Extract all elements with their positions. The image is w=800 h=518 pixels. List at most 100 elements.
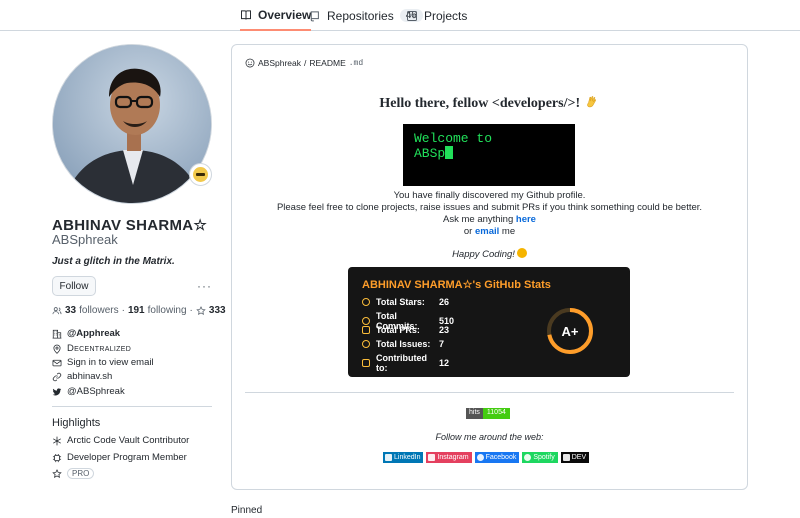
follow-stats: 33 followers · 191 following · 333 bbox=[52, 305, 226, 316]
readme-heading: Hello there, fellow <developers/>! bbox=[245, 95, 734, 112]
stat-row-issues: Total Issues: 7 bbox=[362, 339, 444, 349]
spotify-icon bbox=[524, 454, 532, 461]
smiley-icon bbox=[245, 58, 255, 68]
issue-icon bbox=[362, 340, 370, 348]
twitter-link[interactable]: @ABSphreak bbox=[67, 386, 125, 397]
profile-location: Decentralized bbox=[52, 343, 131, 354]
rank-ring: A+ bbox=[547, 308, 593, 354]
stat-value: 12 bbox=[439, 358, 450, 368]
readme-line-2: Please feel free to clone projects, rais… bbox=[276, 202, 703, 213]
linkedin-icon bbox=[385, 454, 392, 461]
highlight-developer-label[interactable]: Developer Program Member bbox=[67, 452, 187, 463]
stat-value: 7 bbox=[439, 339, 445, 349]
repo-icon bbox=[362, 359, 370, 367]
pro-badge[interactable]: PRO bbox=[67, 468, 95, 479]
ask-here-link[interactable]: here bbox=[516, 214, 536, 225]
terminal-line-2-wrap: ABSp bbox=[414, 146, 564, 161]
readme-line-4: or email me bbox=[245, 226, 734, 237]
pinned-title: Pinned bbox=[231, 505, 263, 516]
grin-emoji-icon bbox=[516, 248, 527, 258]
email-link[interactable]: Sign in to view email bbox=[67, 357, 154, 368]
building-icon bbox=[52, 329, 62, 338]
stat-row-prs: Total PRs: 23 bbox=[362, 325, 449, 335]
website-link[interactable]: abhinav.sh bbox=[67, 371, 112, 382]
company-link[interactable]: @Apphreak bbox=[67, 328, 120, 339]
avatar-photo bbox=[53, 45, 211, 203]
tab-projects[interactable]: Projects bbox=[406, 0, 467, 31]
readme-line-3: Ask me anything here bbox=[245, 214, 734, 225]
profile-email: Sign in to view email bbox=[52, 357, 154, 368]
profile-website: abhinav.sh bbox=[52, 371, 112, 382]
facebook-badge[interactable]: Facebook bbox=[474, 452, 520, 463]
readme-path-user[interactable]: ABSphreak bbox=[258, 58, 301, 68]
star-icon bbox=[362, 298, 370, 306]
highlight-arctic: Arctic Code Vault Contributor bbox=[52, 435, 189, 446]
github-stats-card[interactable]: ABHINAV SHARMA☆'s GitHub Stats Total Sta… bbox=[348, 267, 630, 377]
linkedin-badge[interactable]: LinkedIn bbox=[383, 452, 424, 463]
profile-twitter: @ABSphreak bbox=[52, 386, 125, 397]
facebook-label: Facebook bbox=[485, 454, 517, 461]
hits-value: 11054 bbox=[482, 408, 510, 419]
spotify-label: Spotify bbox=[533, 454, 555, 461]
readme-divider bbox=[245, 392, 734, 393]
location-pin-icon bbox=[53, 344, 61, 354]
readme-breadcrumb: ABSphreak / README .md bbox=[245, 58, 363, 68]
dot-separator: · bbox=[189, 305, 193, 316]
highlights-title: Highlights bbox=[52, 417, 101, 429]
or-text: or bbox=[463, 226, 475, 237]
profile-bio: Just a glitch in the Matrix. bbox=[52, 256, 175, 267]
typing-terminal: Welcome to ABSp bbox=[403, 124, 575, 186]
stat-label: Total Stars: bbox=[376, 297, 425, 307]
stat-value: 26 bbox=[439, 297, 450, 307]
rank-grade: A+ bbox=[562, 324, 579, 339]
location-text: Decentralized bbox=[67, 343, 132, 354]
spotify-badge[interactable]: Spotify bbox=[522, 452, 558, 463]
dev-label: DEV bbox=[571, 454, 587, 461]
stars-count[interactable]: 333 bbox=[209, 305, 226, 316]
heading-post: ! bbox=[575, 96, 581, 111]
project-icon bbox=[407, 10, 417, 21]
twitter-icon bbox=[52, 387, 62, 395]
snowflake-icon bbox=[53, 436, 61, 445]
sidebar-divider bbox=[52, 406, 212, 407]
following-label[interactable]: following bbox=[148, 305, 187, 316]
followers-label[interactable]: followers bbox=[79, 305, 118, 316]
readme-line-1: You have finally discovered my Github pr… bbox=[393, 190, 586, 201]
people-icon bbox=[52, 306, 62, 314]
dev-icon bbox=[562, 454, 570, 461]
terminal-line-1: Welcome to bbox=[414, 131, 493, 146]
tab-overview[interactable]: Overview bbox=[240, 0, 312, 31]
instagram-badge[interactable]: Instagram bbox=[426, 452, 472, 463]
tab-repositories-label: Repositories bbox=[327, 8, 394, 23]
book-icon bbox=[241, 9, 251, 20]
followers-count[interactable]: 33 bbox=[65, 305, 76, 316]
highlight-developer: Developer Program Member bbox=[52, 452, 187, 463]
more-options-icon[interactable]: ··· bbox=[197, 279, 212, 293]
link-icon bbox=[52, 372, 62, 381]
terminal-cursor bbox=[445, 146, 454, 159]
dev-badge[interactable]: DEV bbox=[560, 452, 590, 463]
stat-row-contributed: Contributed to: 12 bbox=[362, 353, 449, 373]
linkedin-label: LinkedIn bbox=[394, 454, 421, 461]
readme-path-sep: / bbox=[304, 58, 307, 68]
stat-value: 23 bbox=[439, 325, 450, 335]
pull-request-icon bbox=[362, 326, 370, 334]
mail-icon bbox=[52, 359, 62, 366]
readme-path-file[interactable]: README bbox=[309, 58, 345, 68]
status-emoji-button[interactable] bbox=[189, 163, 212, 186]
hits-label: hits bbox=[466, 408, 483, 419]
avatar[interactable] bbox=[52, 44, 212, 204]
profile-tab-nav: Overview Repositories 46 Projects bbox=[0, 0, 800, 31]
cpu-icon bbox=[52, 453, 62, 462]
terminal-line-2: ABSp bbox=[414, 146, 446, 161]
follow-button[interactable]: Follow bbox=[52, 276, 96, 296]
heading-code: <developers/> bbox=[491, 96, 576, 111]
profile-company: @Apphreak bbox=[52, 328, 120, 339]
highlight-arctic-label[interactable]: Arctic Code Vault Contributor bbox=[67, 435, 189, 446]
stat-row-stars: Total Stars: 26 bbox=[362, 297, 449, 307]
profile-username: ABSphreak bbox=[52, 232, 118, 247]
tab-overview-label: Overview bbox=[258, 7, 312, 22]
following-count[interactable]: 191 bbox=[128, 305, 145, 316]
stat-label: Total PRs: bbox=[376, 325, 420, 335]
email-me-link[interactable]: email bbox=[475, 226, 499, 237]
